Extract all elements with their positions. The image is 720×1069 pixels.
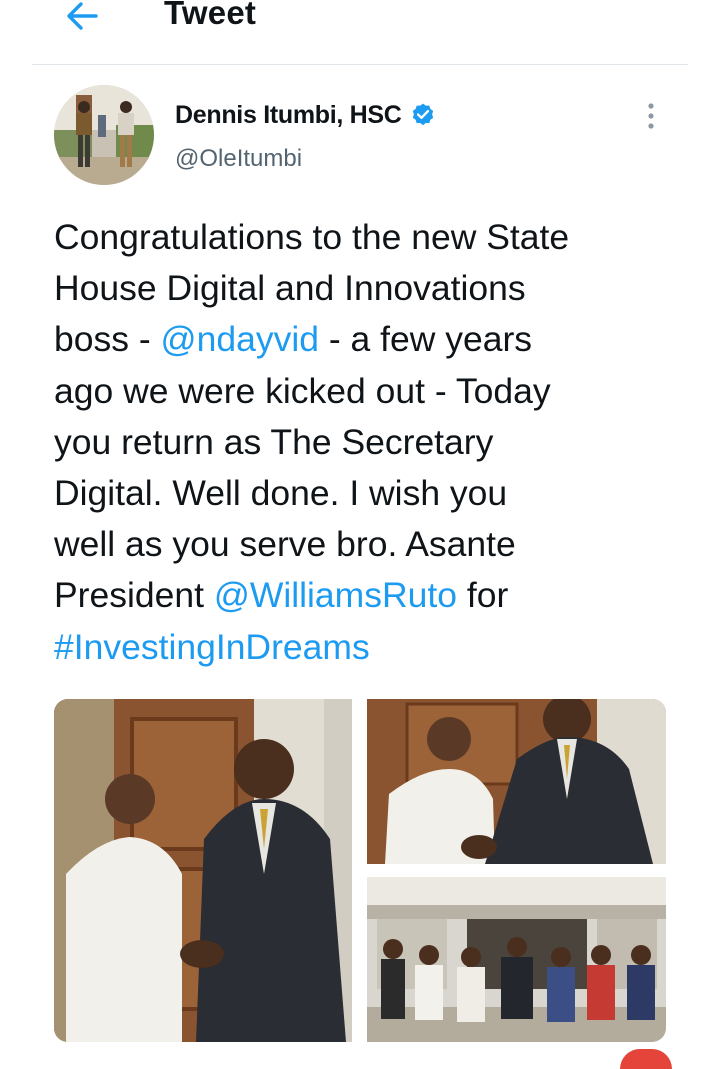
tweet-photo-1[interactable] [54, 699, 352, 1042]
page-title: Tweet [164, 0, 257, 31]
header-divider [32, 64, 688, 65]
tweet-text-part: for [466, 575, 509, 616]
verified-badge-icon [412, 103, 433, 126]
tweet-text-part: - a few years ago we were kicked out - T… [54, 319, 551, 616]
arrow-left-icon [67, 2, 98, 30]
top-app-bar: Tweet [0, 0, 720, 64]
mention-link[interactable]: @WilliamsRuto [214, 575, 457, 615]
author-handle[interactable]: @OleItumbi [175, 145, 302, 173]
more-vertical-icon [648, 103, 654, 129]
avatar[interactable] [54, 85, 154, 185]
hashtag-link[interactable]: #InvestingInDreams [54, 627, 370, 667]
tweet-photo-3[interactable] [367, 877, 666, 1042]
more-options-button[interactable] [641, 100, 661, 134]
mention-link[interactable]: @ndayvid [161, 319, 319, 359]
author-name-row[interactable]: Dennis Itumbi, HSC [175, 98, 436, 132]
compose-fab-button[interactable] [620, 1049, 672, 1069]
tweet-text: Congratulations to the new State House D… [54, 212, 674, 673]
tweet-photo-2[interactable] [367, 699, 666, 864]
back-button[interactable] [60, 0, 104, 34]
author-name[interactable]: Dennis Itumbi, HSC [175, 101, 402, 130]
